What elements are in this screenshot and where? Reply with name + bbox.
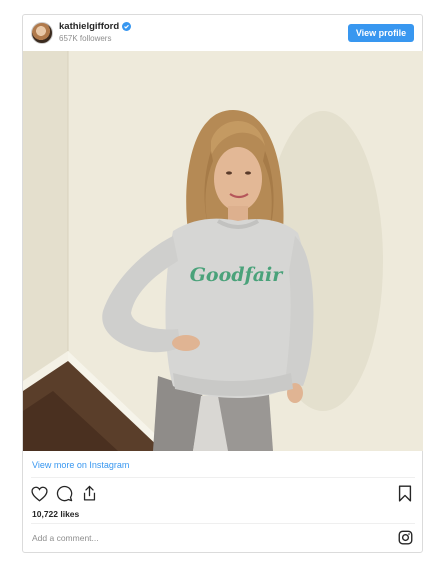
comment-icon (56, 485, 73, 502)
username-row[interactable]: kathielgifford (59, 21, 132, 32)
heart-icon (31, 486, 48, 502)
view-profile-button[interactable]: View profile (348, 24, 414, 42)
post-header: kathielgifford 657K followers View profi… (23, 15, 422, 51)
bookmark-icon (398, 485, 412, 502)
follower-count: 657K followers (59, 34, 112, 43)
save-button[interactable] (398, 485, 412, 502)
instagram-icon[interactable] (398, 530, 413, 545)
comment-row (23, 523, 422, 553)
share-icon (83, 485, 96, 501)
instagram-embed: kathielgifford 657K followers View profi… (22, 14, 423, 553)
likes-count[interactable]: 10,722 likes (32, 509, 79, 519)
sweatshirt-logo-text: Goodfair (190, 264, 285, 286)
comment-button[interactable] (56, 485, 73, 502)
view-more-link[interactable]: View more on Instagram (32, 460, 129, 470)
avatar[interactable] (31, 22, 53, 44)
username[interactable]: kathielgifford (59, 21, 119, 32)
action-bar (31, 485, 98, 503)
post-photo[interactable]: Goodfair (23, 51, 423, 451)
comment-input[interactable] (32, 533, 372, 543)
verified-badge-icon (122, 22, 132, 31)
share-button[interactable] (81, 485, 98, 502)
divider (31, 477, 415, 478)
like-button[interactable] (31, 485, 48, 502)
